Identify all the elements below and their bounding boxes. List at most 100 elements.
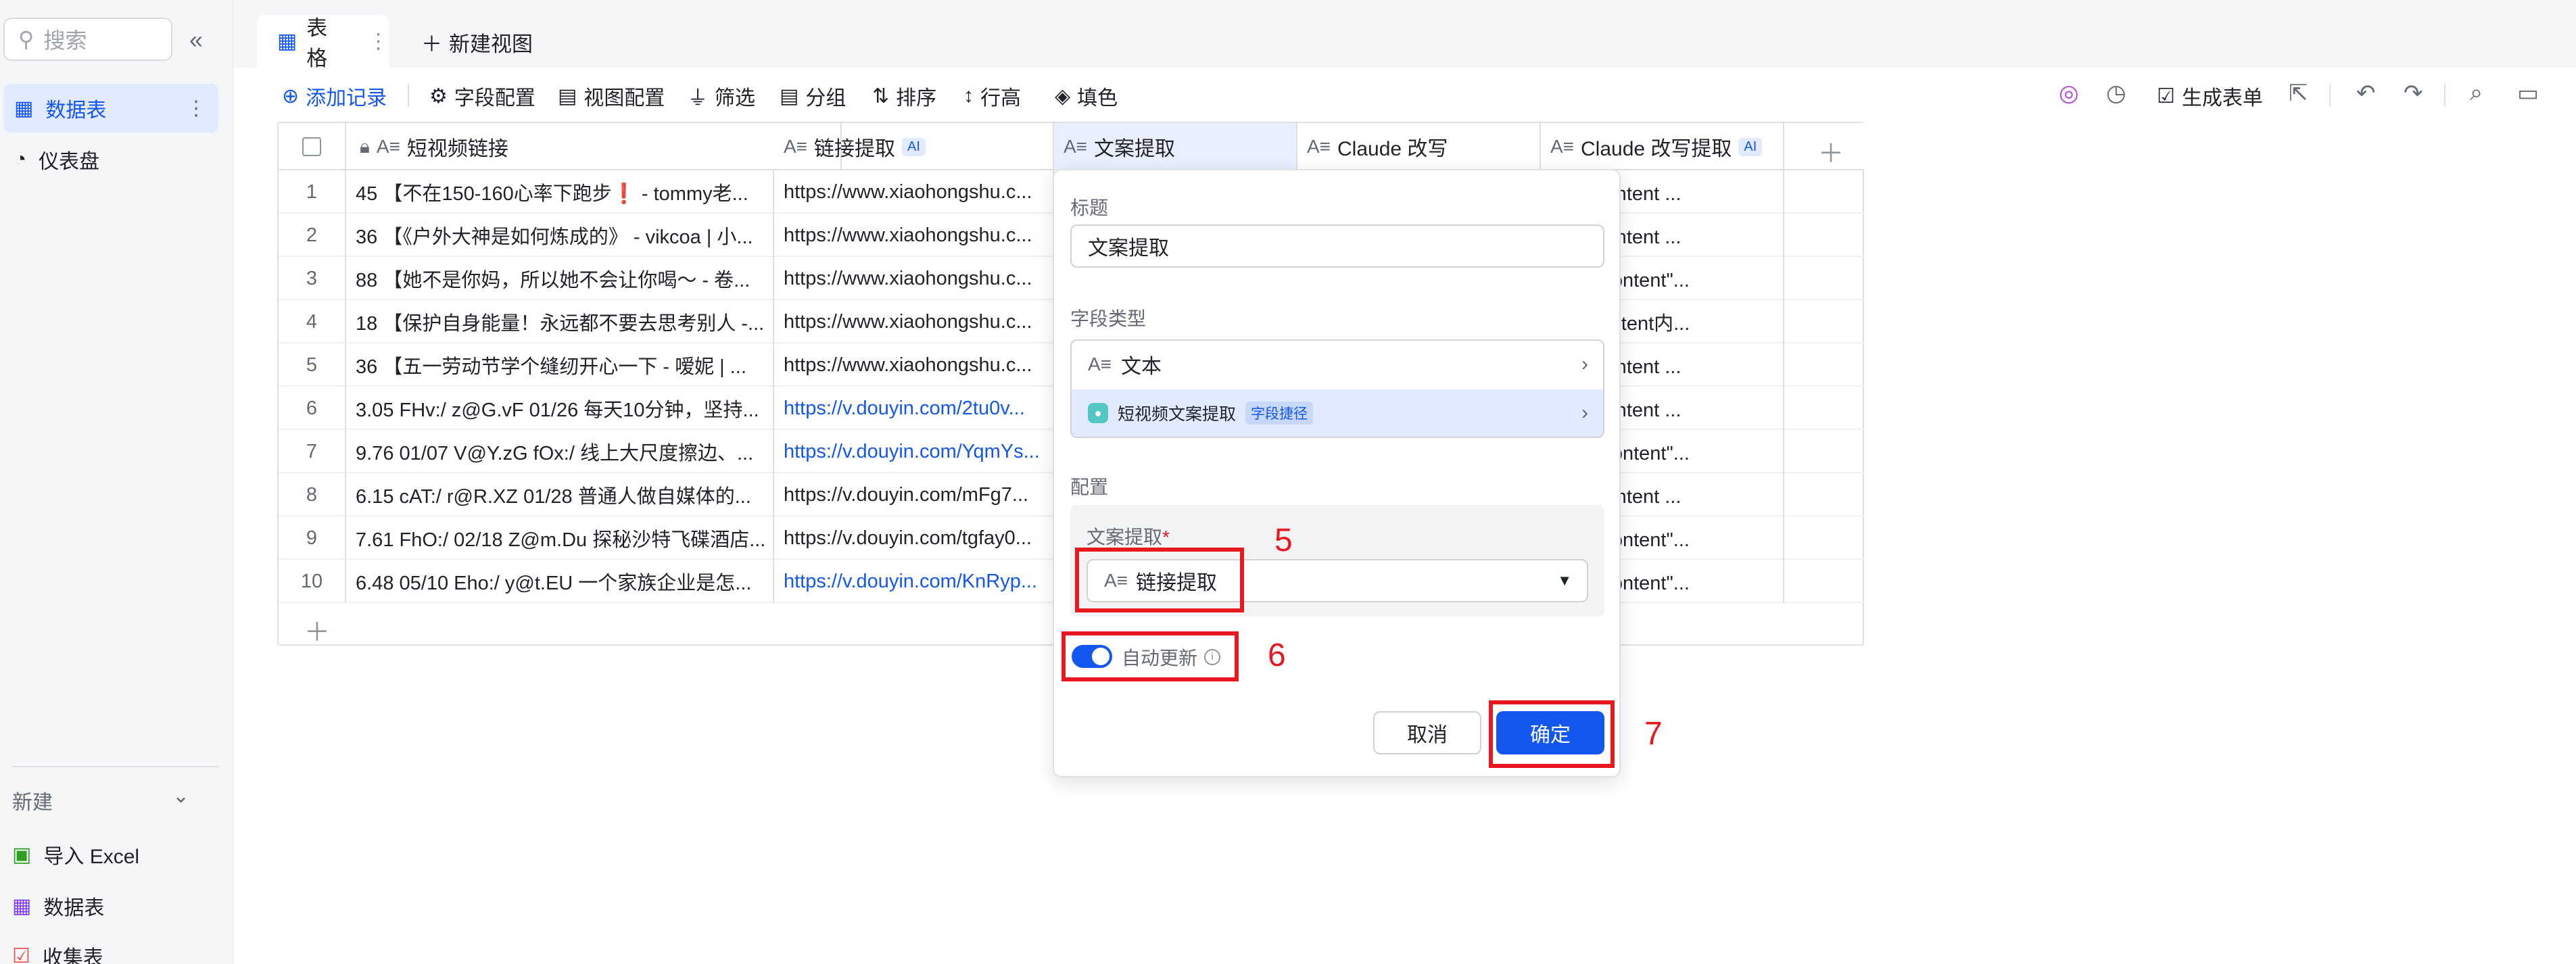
checkbox[interactable] bbox=[302, 137, 321, 156]
lock-icon: 🔒︎ bbox=[360, 135, 370, 157]
cell-link-extract[interactable]: https://www.xiaohongshu.c... bbox=[774, 170, 1054, 214]
new-form-link[interactable]: ☑ 收集表 bbox=[12, 941, 103, 964]
new-data-table-link[interactable]: ▦ 数据表 bbox=[12, 891, 104, 921]
table-icon: ▦ bbox=[12, 894, 32, 917]
collapse-sidebar-icon[interactable]: « bbox=[189, 26, 203, 54]
required-mark: * bbox=[1162, 527, 1170, 548]
add-record-label: 添加记录 bbox=[306, 87, 387, 110]
plus-circle-icon: ⊕ bbox=[282, 85, 300, 107]
row-index[interactable]: 6 bbox=[279, 387, 346, 430]
row-height-button[interactable]: ↕ 行高 bbox=[963, 81, 1021, 111]
ai-badge: AI bbox=[1738, 137, 1763, 156]
search-placeholder: 搜索 bbox=[43, 28, 87, 53]
row-index[interactable]: 8 bbox=[279, 473, 346, 516]
cell-link-extract[interactable]: https://www.xiaohongshu.c... bbox=[774, 343, 1054, 387]
cell-video-link[interactable]: 6.15 cAT:/ r@R.XZ 01/28 普通人做自媒体的... bbox=[346, 473, 774, 516]
row-index[interactable]: 7 bbox=[279, 430, 346, 473]
cell-link-extract[interactable]: https://v.douyin.com/KnRyp... bbox=[774, 560, 1054, 603]
fill-color-button[interactable]: ◈ 填色 bbox=[1055, 81, 1118, 111]
chevron-down-icon[interactable]: ⌄ bbox=[172, 784, 189, 808]
cell-link-extract[interactable]: https://v.douyin.com/tgfay0... bbox=[774, 516, 1054, 560]
cell-video-link[interactable]: 36 【五一劳动节学个缝纫开心一下 - 嗳妮 | ... bbox=[346, 343, 774, 387]
row-index[interactable]: 4 bbox=[279, 300, 346, 343]
cell-link-extract[interactable]: https://www.xiaohongshu.c... bbox=[774, 214, 1054, 257]
import-excel-link[interactable]: ▣ 导入 Excel bbox=[12, 840, 139, 869]
column-label: Claude 改写提取 bbox=[1581, 138, 1732, 160]
cell-link-extract[interactable]: https://v.douyin.com/YqmYs... bbox=[774, 430, 1054, 473]
toolbar-divider bbox=[2444, 84, 2446, 107]
group-icon: ▤ bbox=[780, 85, 799, 107]
more-icon[interactable]: ⋮ bbox=[368, 29, 389, 53]
cell-video-link[interactable]: 36 【《户外大神是如何炼成的》 - vikcoa | 小... bbox=[346, 214, 774, 257]
cell-link-extract[interactable]: https://v.douyin.com/mFg7... bbox=[774, 473, 1054, 516]
column-label: Claude 改写 bbox=[1337, 138, 1448, 160]
row-index[interactable]: 10 bbox=[279, 560, 346, 603]
annotation-box-5 bbox=[1075, 548, 1244, 612]
undo-icon[interactable]: ↶ bbox=[2356, 80, 2376, 107]
field-config-popup: 标题 文案提取 字段类型 A≡ 文本 › ● 短视频文案提取 字段捷径 › 配置… bbox=[1053, 169, 1621, 777]
add-row-icon[interactable]: ＋ bbox=[304, 611, 330, 648]
text-type-icon: A≡ bbox=[784, 136, 808, 157]
cell-video-link[interactable]: 45 【不在150-160心率下跑步❗️ - tommy老... bbox=[346, 170, 774, 214]
row-index[interactable]: 3 bbox=[279, 257, 346, 300]
comment-icon[interactable]: ▭ bbox=[2517, 80, 2539, 107]
new-form-label: 收集表 bbox=[42, 947, 103, 964]
redo-icon[interactable]: ↷ bbox=[2404, 80, 2423, 107]
cell-link-extract[interactable]: https://v.douyin.com/2tu0v... bbox=[774, 387, 1054, 430]
generate-form-button[interactable]: ☑ 生成表单 bbox=[2157, 81, 2263, 111]
cell-video-link[interactable]: 7.61 FhO:/ 02/18 Z@m.Du 探秘沙特飞碟酒店... bbox=[346, 516, 774, 560]
add-record-button[interactable]: ⊕ 添加记录 bbox=[282, 81, 387, 111]
row-index[interactable]: 9 bbox=[279, 516, 346, 560]
select-all-checkbox[interactable] bbox=[279, 123, 346, 170]
row-height-label: 行高 bbox=[980, 87, 1021, 110]
cancel-button[interactable]: 取消 bbox=[1373, 711, 1481, 754]
cell-video-link[interactable]: 18 【保护自身能量！永远都不要去思考别人 -... bbox=[346, 300, 774, 343]
new-view-button[interactable]: ＋ 新建视图 bbox=[421, 27, 533, 57]
field-type-extract-option[interactable]: ● 短视频文案提取 字段捷径 › bbox=[1072, 389, 1603, 437]
cell-link-extract[interactable]: https://www.xiaohongshu.c... bbox=[774, 300, 1054, 343]
column-header-claude-rewrite-extract[interactable]: A≡ Claude 改写提取 AI bbox=[1541, 123, 1784, 170]
row-index[interactable]: 1 bbox=[279, 170, 346, 214]
robot-icon: ● bbox=[1088, 403, 1108, 423]
fill-color-label: 填色 bbox=[1077, 87, 1118, 110]
field-type-text-option[interactable]: A≡ 文本 › bbox=[1072, 341, 1603, 388]
ai-assistant-icon[interactable]: ◎ bbox=[2059, 80, 2079, 107]
annotation-number-5: 5 bbox=[1274, 523, 1293, 558]
row-index[interactable]: 2 bbox=[279, 214, 346, 257]
annotation-box-6 bbox=[1062, 631, 1239, 681]
cell-video-link[interactable]: 3.05 FHv:/ z@G.vF 01/26 每天10分钟，坚持... bbox=[346, 387, 774, 430]
sidebar-divider bbox=[12, 766, 219, 767]
row-index[interactable]: 5 bbox=[279, 343, 346, 387]
sort-button[interactable]: ⇅ 排序 bbox=[872, 81, 936, 111]
sidebar-item-data-table[interactable]: ▦ 数据表 ⋮ bbox=[3, 84, 218, 132]
cell-video-link[interactable]: 88 【她不是你妈，所以她不会让你喝～ - 卷... bbox=[346, 257, 774, 300]
automation-icon[interactable]: ◷ bbox=[2106, 80, 2126, 107]
cell-video-link[interactable]: 9.76 01/07 V@Y.zG fOx:/ 线上大尺度擦边、... bbox=[346, 430, 774, 473]
group-button[interactable]: ▤ 分组 bbox=[780, 81, 846, 111]
add-column-icon[interactable]: ＋ bbox=[1818, 132, 1844, 170]
cell-video-link[interactable]: 6.48 05/10 Eho:/ y@t.EU 一个家族企业是怎... bbox=[346, 560, 774, 603]
column-header-claude-rewrite[interactable]: A≡ Claude 改写 bbox=[1297, 123, 1541, 170]
annotation-box-7 bbox=[1489, 700, 1615, 768]
search-icon: ⚲ bbox=[18, 27, 34, 51]
share-icon[interactable]: ⇱ bbox=[2289, 80, 2308, 107]
column-header-copy-extract[interactable]: A≡ 文案提取 bbox=[1054, 123, 1297, 170]
cell-link-extract[interactable]: https://www.xiaohongshu.c... bbox=[774, 257, 1054, 300]
sidebar-item-label: 数据表 bbox=[45, 99, 107, 122]
filter-button[interactable]: ⏚ 筛选 bbox=[688, 81, 755, 111]
field-config-button[interactable]: ⚙ 字段配置 bbox=[429, 81, 535, 111]
filter-label: 筛选 bbox=[715, 87, 755, 110]
search-input[interactable]: ⚲ 搜索 bbox=[3, 18, 172, 61]
sidebar-item-dashboard[interactable]: ◔ 仪表盘 bbox=[3, 135, 218, 184]
column-header-link-extract[interactable]: A≡ 链接提取 AI bbox=[774, 123, 1054, 170]
column-header-video-link[interactable]: 🔒︎ A≡ 短视频链接 bbox=[346, 123, 842, 170]
view-config-button[interactable]: ▤ 视图配置 bbox=[558, 81, 665, 111]
text-type-icon: A≡ bbox=[1064, 136, 1088, 157]
search-records-icon[interactable]: ⌕ bbox=[2470, 80, 2483, 106]
tab-grid-view[interactable]: ▦ 表格 ⋮ bbox=[257, 15, 389, 70]
title-input[interactable]: 文案提取 bbox=[1070, 224, 1604, 268]
paint-bucket-icon: ◈ bbox=[1055, 85, 1071, 107]
view-config-label: 视图配置 bbox=[583, 87, 665, 110]
more-icon[interactable]: ⋮ bbox=[186, 97, 206, 120]
text-type-icon: A≡ bbox=[1550, 136, 1575, 157]
